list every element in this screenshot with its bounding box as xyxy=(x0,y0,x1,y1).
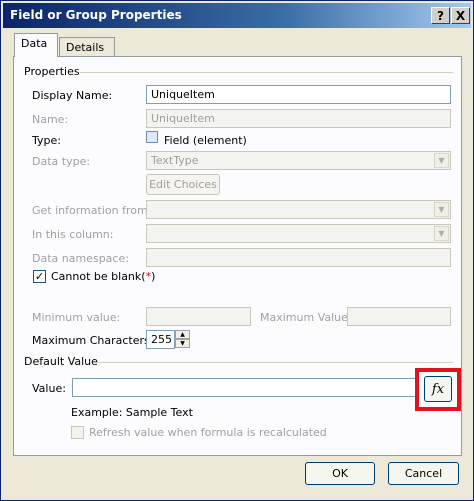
refresh-checkbox xyxy=(71,426,84,439)
default-value-divider xyxy=(96,362,453,363)
min-value-input xyxy=(146,307,251,326)
value-label: Value: xyxy=(32,382,66,395)
field-element-icon xyxy=(146,131,158,143)
example-text: Example: Sample Text xyxy=(71,406,193,419)
help-button[interactable]: ? xyxy=(431,7,450,24)
in-column-label: In this column: xyxy=(32,228,114,241)
highlight-box xyxy=(415,368,461,411)
title-bar: Field or Group Properties ? X xyxy=(3,3,471,28)
data-type-label: Data type: xyxy=(32,155,91,168)
spin-up-icon[interactable]: ▲ xyxy=(175,330,190,339)
max-chars-label: Maximum Characters: xyxy=(32,334,154,347)
refresh-label: Refresh value when formula is recalculat… xyxy=(89,426,327,439)
properties-group-label: Properties xyxy=(24,65,80,78)
max-value-label: Maximum Value: xyxy=(260,311,352,324)
max-value-input xyxy=(347,307,451,326)
display-name-label: Display Name: xyxy=(32,89,113,102)
in-column-select: ▼ xyxy=(146,224,451,243)
tab-data[interactable]: Data xyxy=(14,33,58,57)
data-namespace-label: Data namespace: xyxy=(32,252,129,265)
name-input: UniqueItem xyxy=(146,109,451,128)
tab-details[interactable]: Details xyxy=(59,37,115,57)
default-value-group-label: Default Value xyxy=(24,355,98,368)
cannot-be-blank-label: Cannot be blank(*) xyxy=(51,270,155,283)
spin-down-icon[interactable]: ▼ xyxy=(175,339,190,348)
default-value-input[interactable] xyxy=(72,378,418,397)
data-tab-panel: Properties Display Name: UniqueItem Name… xyxy=(13,56,462,456)
type-label: Type: xyxy=(32,134,61,147)
close-button[interactable]: X xyxy=(451,7,470,24)
max-chars-input[interactable]: 255 xyxy=(146,330,175,349)
chevron-down-icon: ▼ xyxy=(434,202,449,217)
cannot-be-blank-checkbox[interactable]: ✓ xyxy=(33,270,46,283)
cancel-button[interactable]: Cancel xyxy=(388,462,459,485)
dialog-window: Field or Group Properties ? X Data Detai… xyxy=(0,0,474,501)
edit-choices-button: Edit Choices xyxy=(146,174,220,195)
dialog-title: Field or Group Properties xyxy=(10,8,182,22)
chevron-down-icon: ▼ xyxy=(434,226,449,241)
type-value: Field (element) xyxy=(164,134,247,147)
get-info-label: Get information from: xyxy=(32,204,152,217)
display-name-input[interactable]: UniqueItem xyxy=(146,85,451,104)
required-paren-close: ) xyxy=(151,270,156,283)
max-chars-spinner[interactable]: ▲ ▼ xyxy=(175,330,190,349)
data-type-select: TextType ▼ xyxy=(146,151,451,170)
properties-divider xyxy=(80,72,453,73)
name-label: Name: xyxy=(32,113,69,126)
data-namespace-input xyxy=(146,248,451,267)
min-value-label: Minimum value: xyxy=(32,311,121,324)
data-type-value: TextType xyxy=(151,154,199,167)
chevron-down-icon: ▼ xyxy=(434,153,449,168)
ok-button[interactable]: OK xyxy=(305,462,375,485)
get-info-select: ▼ xyxy=(146,200,451,219)
cannot-be-blank-text: Cannot be blank xyxy=(51,270,142,283)
